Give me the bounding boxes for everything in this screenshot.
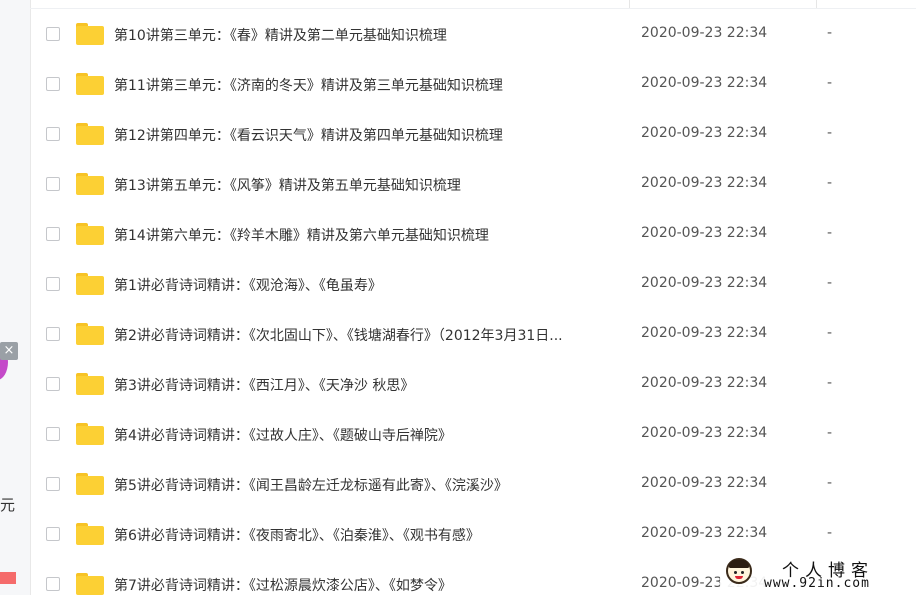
folder-icon bbox=[76, 23, 104, 45]
folder-icon bbox=[76, 123, 104, 145]
folder-icon bbox=[76, 523, 104, 545]
file-name[interactable]: 第7讲必背诗词精讲：《过松源晨炊漆公店》、《如梦令》 bbox=[114, 575, 620, 595]
left-sidebar-strip: × 元 bbox=[0, 0, 31, 595]
file-size: - bbox=[827, 175, 833, 191]
file-date: 2020-09-23 22:34 bbox=[641, 225, 768, 241]
folder-icon bbox=[76, 173, 104, 195]
folder-icon bbox=[76, 573, 104, 595]
file-date: 2020-09-23 22:34 bbox=[641, 425, 768, 441]
file-row[interactable]: 第4讲必背诗词精讲：《过故人庄》、《题破山寺后禅院》 2020-09-23 22… bbox=[30, 410, 916, 460]
list-header bbox=[30, 0, 916, 9]
file-size: - bbox=[827, 25, 833, 41]
file-row[interactable]: 第13讲第五单元：《风筝》精讲及第五单元基础知识梳理 2020-09-23 22… bbox=[30, 160, 916, 210]
file-date: 2020-09-23 22:34 bbox=[641, 275, 768, 291]
file-row[interactable]: 第3讲必背诗词精讲：《西江月》、《天净沙 秋思》 2020-09-23 22:3… bbox=[30, 360, 916, 410]
file-name[interactable]: 第1讲必背诗词精讲：《观沧海》、《龟虽寿》 bbox=[114, 275, 620, 295]
watermark-url: www.92in.com bbox=[764, 576, 870, 591]
row-checkbox[interactable] bbox=[46, 127, 60, 141]
file-size: - bbox=[827, 425, 833, 441]
file-row[interactable]: 第6讲必背诗词精讲：《夜雨寄北》、《泊秦淮》、《观书有感》 2020-09-23… bbox=[30, 510, 916, 560]
row-checkbox[interactable] bbox=[46, 377, 60, 391]
file-name[interactable]: 第4讲必背诗词精讲：《过故人庄》、《题破山寺后禅院》 bbox=[114, 425, 620, 445]
file-name[interactable]: 第14讲第六单元：《羚羊木雕》精讲及第六单元基础知识梳理 bbox=[114, 225, 620, 245]
folder-icon bbox=[76, 423, 104, 445]
cartoon-face-icon bbox=[726, 558, 752, 584]
file-date: 2020-09-23 22:34 bbox=[641, 475, 768, 491]
file-date: 2020-09-23 22:34 bbox=[641, 75, 768, 91]
file-name[interactable]: 第13讲第五单元：《风筝》精讲及第五单元基础知识梳理 bbox=[114, 175, 620, 195]
row-checkbox[interactable] bbox=[46, 277, 60, 291]
file-date: 2020-09-23 22:34 bbox=[641, 525, 768, 541]
row-checkbox[interactable] bbox=[46, 227, 60, 241]
file-row[interactable]: 第5讲必背诗词精讲：《闻王昌龄左迁龙标遥有此寄》、《浣溪沙》 2020-09-2… bbox=[30, 460, 916, 510]
row-checkbox[interactable] bbox=[46, 177, 60, 191]
file-row[interactable]: 第11讲第三单元：《济南的冬天》精讲及第三单元基础知识梳理 2020-09-23… bbox=[30, 60, 916, 110]
file-date: 2020-09-23 22:34 bbox=[641, 25, 768, 41]
close-icon[interactable]: × bbox=[0, 342, 18, 360]
file-size: - bbox=[827, 75, 833, 91]
file-row[interactable]: 第12讲第四单元：《看云识天气》精讲及第四单元基础知识梳理 2020-09-23… bbox=[30, 110, 916, 160]
row-checkbox[interactable] bbox=[46, 427, 60, 441]
file-name[interactable]: 第2讲必背诗词精讲：《次北固山下》、《钱塘湖春行》（2012年3月31日... bbox=[114, 325, 620, 345]
file-size: - bbox=[827, 325, 833, 341]
folder-icon bbox=[76, 373, 104, 395]
file-row[interactable]: 第1讲必背诗词精讲：《观沧海》、《龟虽寿》 2020-09-23 22:34 - bbox=[30, 260, 916, 310]
file-name[interactable]: 第6讲必背诗词精讲：《夜雨寄北》、《泊秦淮》、《观书有感》 bbox=[114, 525, 620, 545]
row-checkbox[interactable] bbox=[46, 477, 60, 491]
file-size: - bbox=[827, 525, 833, 541]
row-checkbox[interactable] bbox=[46, 527, 60, 541]
file-date: 2020-09-23 22:34 bbox=[641, 375, 768, 391]
file-size: - bbox=[827, 125, 833, 141]
file-row[interactable]: 第10讲第三单元：《春》精讲及第二单元基础知识梳理 2020-09-23 22:… bbox=[30, 10, 916, 60]
file-size: - bbox=[827, 375, 833, 391]
file-name[interactable]: 第11讲第三单元：《济南的冬天》精讲及第三单元基础知识梳理 bbox=[114, 75, 620, 95]
row-checkbox[interactable] bbox=[46, 77, 60, 91]
red-indicator bbox=[0, 572, 16, 584]
file-name[interactable]: 第12讲第四单元：《看云识天气》精讲及第四单元基础知识梳理 bbox=[114, 125, 620, 145]
row-checkbox[interactable] bbox=[46, 327, 60, 341]
file-size: - bbox=[827, 275, 833, 291]
file-name[interactable]: 第3讲必背诗词精讲：《西江月》、《天净沙 秋思》 bbox=[114, 375, 620, 395]
file-date: 2020-09-23 22:34 bbox=[641, 325, 768, 341]
folder-icon bbox=[76, 73, 104, 95]
file-size: - bbox=[827, 225, 833, 241]
file-date: 2020-09-23 22:34 bbox=[641, 175, 768, 191]
file-row[interactable]: 第14讲第六单元：《羚羊木雕》精讲及第六单元基础知识梳理 2020-09-23 … bbox=[30, 210, 916, 260]
row-checkbox[interactable] bbox=[46, 577, 60, 591]
sidebar-partial-text: 元 bbox=[0, 496, 16, 514]
file-size: - bbox=[827, 475, 833, 491]
column-divider bbox=[629, 0, 630, 8]
column-divider bbox=[816, 0, 817, 8]
file-name[interactable]: 第5讲必背诗词精讲：《闻王昌龄左迁龙标遥有此寄》、《浣溪沙》 bbox=[114, 475, 620, 495]
file-list: 第10讲第三单元：《春》精讲及第二单元基础知识梳理 2020-09-23 22:… bbox=[30, 10, 916, 610]
file-date: 2020-09-23 22:34 bbox=[641, 125, 768, 141]
row-checkbox[interactable] bbox=[46, 27, 60, 41]
blog-watermark: 个人博客 www.92in.com bbox=[720, 554, 916, 595]
file-row[interactable]: 第2讲必背诗词精讲：《次北固山下》、《钱塘湖春行》（2012年3月31日... … bbox=[30, 310, 916, 360]
folder-icon bbox=[76, 473, 104, 495]
file-name[interactable]: 第10讲第三单元：《春》精讲及第二单元基础知识梳理 bbox=[114, 25, 620, 45]
folder-icon bbox=[76, 323, 104, 345]
folder-icon bbox=[76, 223, 104, 245]
folder-icon bbox=[76, 273, 104, 295]
